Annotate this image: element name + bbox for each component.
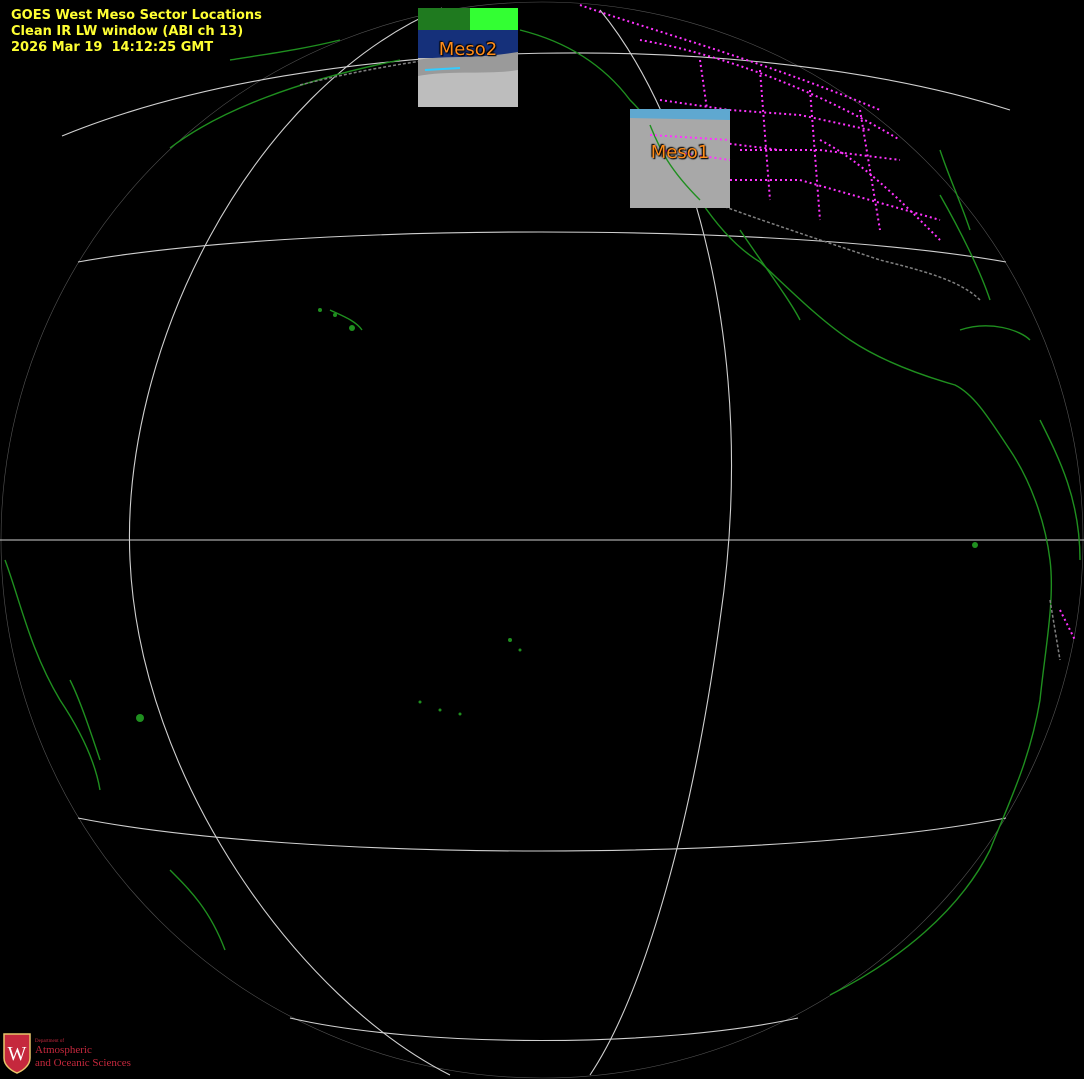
meso1-sector: Meso1 bbox=[630, 109, 730, 208]
meso1-label: Meso1 bbox=[650, 142, 710, 163]
uw-aos-logo: W Department of Atmospheric and Oceanic … bbox=[0, 1030, 160, 1076]
meso2-label: Meso2 bbox=[438, 39, 498, 60]
earth-disk-map bbox=[0, 0, 1084, 1079]
logo-line-1: Atmospheric bbox=[35, 1044, 92, 1056]
logo-line-2: and Oceanic Sciences bbox=[35, 1057, 131, 1069]
svg-text:W: W bbox=[8, 1043, 27, 1065]
observation-timestamp: 2026 Mar 19 14:12:25 GMT bbox=[11, 40, 214, 55]
meso2-sector: Meso2 bbox=[418, 8, 518, 107]
map-title: GOES West Meso Sector Locations bbox=[11, 8, 262, 23]
uw-crest-icon: W bbox=[3, 1033, 31, 1074]
channel-description: Clean IR LW window (ABI ch 13) bbox=[11, 24, 244, 39]
